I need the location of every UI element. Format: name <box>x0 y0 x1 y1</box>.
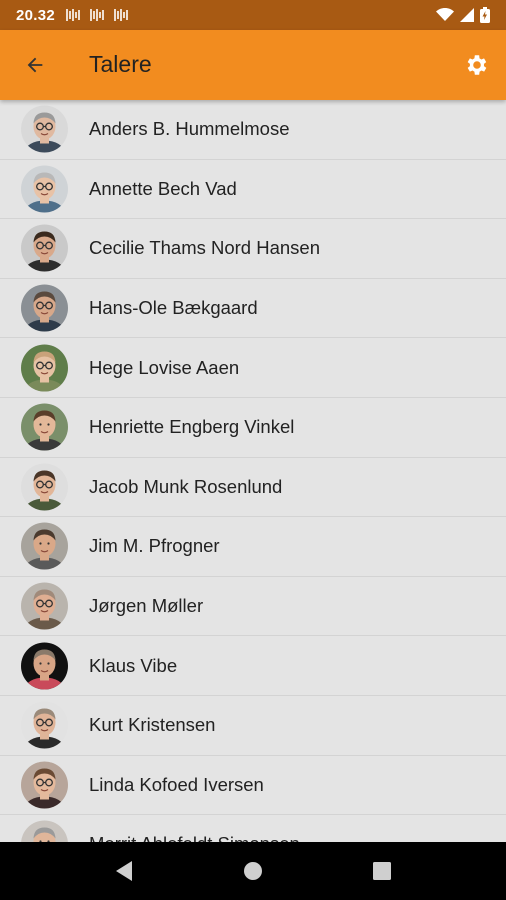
speaker-row[interactable]: Linda Kofoed Iversen <box>0 756 506 816</box>
speaker-row[interactable]: Jørgen Møller <box>0 577 506 637</box>
avatar <box>21 761 68 809</box>
nav-recents-button[interactable] <box>362 851 402 891</box>
speaker-name: Hege Lovise Aaen <box>89 356 240 378</box>
speaker-name: Jim M. Pfrogner <box>89 535 220 557</box>
nav-back-icon <box>116 861 133 881</box>
status-time: 20.32 <box>16 6 56 24</box>
arrow-back-icon <box>27 57 43 73</box>
speaker-row[interactable]: Cecilie Thams Nord Hansen <box>0 219 506 279</box>
avatar <box>21 344 68 392</box>
speaker-name: Kurt Kristensen <box>89 714 216 736</box>
settings-button[interactable] <box>462 50 492 80</box>
avatar <box>21 701 68 749</box>
speaker-row[interactable]: Anders B. Hummelmose <box>0 100 506 160</box>
status-left: 20.32 <box>16 7 129 24</box>
battery-charging-icon <box>480 7 490 23</box>
navigation-bar <box>0 842 506 900</box>
app-bar: Talere <box>0 30 506 100</box>
avatar-portrait <box>24 410 65 451</box>
avatar-portrait <box>24 708 65 749</box>
avatar-portrait <box>24 172 65 213</box>
speaker-row[interactable]: Henriette Engberg Vinkel <box>0 398 506 458</box>
signal-icon <box>460 8 474 22</box>
speaker-row[interactable]: Klaus Vibe <box>0 636 506 696</box>
avatar <box>21 165 68 213</box>
nav-home-button[interactable] <box>233 851 273 891</box>
avatar-portrait <box>24 649 65 690</box>
avatar <box>21 105 68 153</box>
page-title: Talere <box>89 51 152 77</box>
avatar <box>21 820 68 842</box>
speaker-row[interactable]: Jacob Munk Rosenlund <box>0 458 506 518</box>
speaker-row[interactable]: Annette Bech Vad <box>0 160 506 220</box>
gear-icon <box>467 55 487 75</box>
avatar-portrait <box>33 827 56 842</box>
avatar-portrait <box>24 231 65 272</box>
avatar <box>21 582 68 630</box>
avatar-portrait <box>24 768 65 809</box>
avatar <box>21 284 68 332</box>
avatar-portrait <box>24 112 65 153</box>
avatar <box>21 463 68 511</box>
avatar-portrait <box>24 529 65 570</box>
speaker-name: Annette Bech Vad <box>89 177 237 199</box>
back-button[interactable] <box>20 50 50 80</box>
speaker-row[interactable]: Kurt Kristensen <box>0 696 506 756</box>
status-bar: 20.32 <box>0 0 506 30</box>
speaker-name: Henriette Engberg Vinkel <box>89 416 295 438</box>
nav-home-icon <box>243 862 262 880</box>
avatar <box>21 522 68 570</box>
avatar <box>21 403 68 451</box>
speaker-row[interactable]: Jim M. Pfrogner <box>0 517 506 577</box>
speaker-row[interactable]: Merrit Ahlefeldt Simonsen <box>0 815 506 842</box>
speaker-name: Jacob Munk Rosenlund <box>89 475 283 497</box>
nav-back-button[interactable] <box>104 851 144 891</box>
avatar-portrait <box>24 291 65 332</box>
speaker-row[interactable]: Hans-Ole Bækgaard <box>0 279 506 339</box>
nav-recents-icon <box>372 862 391 880</box>
avatar-portrait <box>24 470 65 511</box>
speaker-name: Anders B. Hummelmose <box>89 118 290 140</box>
avatar <box>21 642 68 690</box>
notification-icon <box>66 9 80 21</box>
speaker-name: Cecilie Thams Nord Hansen <box>89 237 321 259</box>
wifi-icon <box>436 8 454 21</box>
speaker-name: Linda Kofoed Iversen <box>89 773 264 795</box>
speaker-name: Klaus Vibe <box>89 654 178 676</box>
speaker-name: Jørgen Møller <box>89 595 204 617</box>
notification-icon <box>90 9 104 21</box>
notification-icons <box>65 8 129 22</box>
avatar-portrait <box>24 589 65 630</box>
speaker-name: Hans-Ole Bækgaard <box>89 297 258 319</box>
notification-icon <box>114 9 128 21</box>
status-right <box>436 7 490 23</box>
speaker-name: Merrit Ahlefeldt Simonsen <box>89 833 300 842</box>
speaker-row[interactable]: Hege Lovise Aaen <box>0 338 506 398</box>
avatar-portrait <box>24 351 65 392</box>
avatar <box>21 224 68 272</box>
speaker-list: Anders B. Hummelmose Annette Bech Vad Ceci… <box>0 100 506 842</box>
